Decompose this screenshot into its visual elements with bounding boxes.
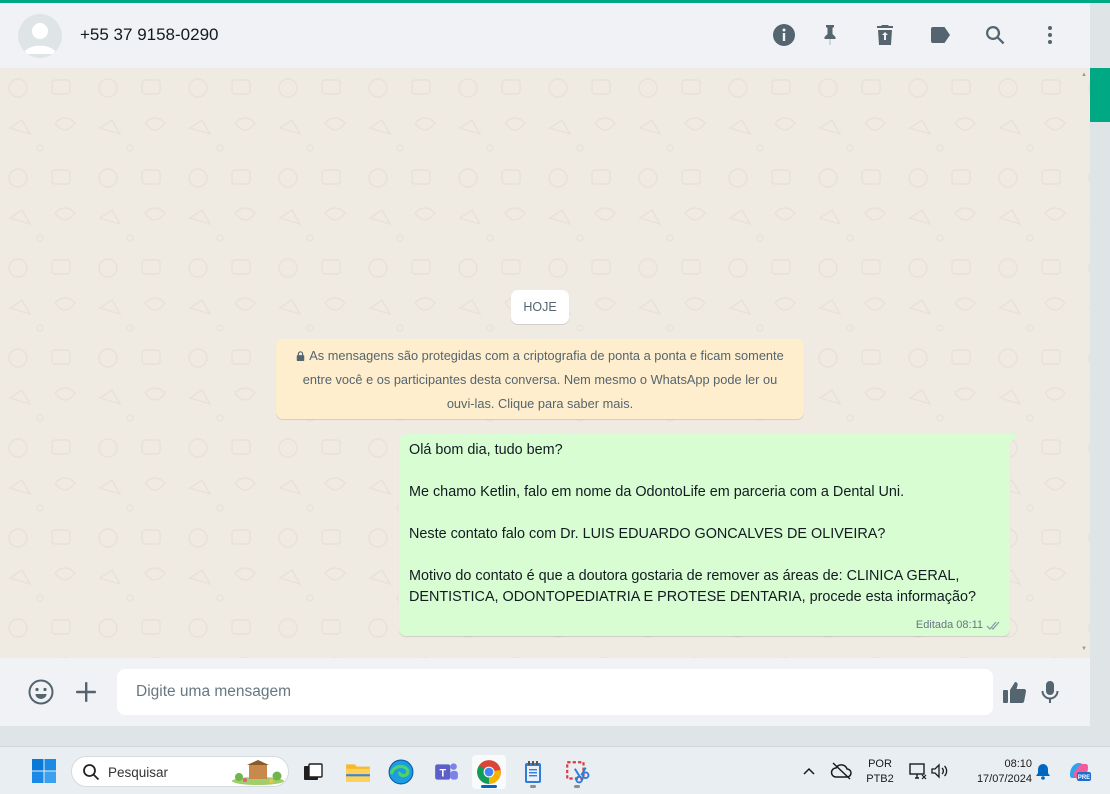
taskbar-search[interactable]: Pesquisar <box>71 756 289 787</box>
search-icon <box>83 764 100 781</box>
search-icon <box>986 25 1005 45</box>
delete-icon <box>877 25 893 45</box>
avatar[interactable] <box>18 14 62 58</box>
copilot-icon[interactable]: PRE <box>1066 759 1092 783</box>
folder-icon <box>346 764 370 782</box>
info-button[interactable] <box>770 21 798 49</box>
snipping-tool-icon <box>566 761 590 784</box>
taskbar-chrome[interactable] <box>472 755 506 789</box>
windows-taskbar: Pesquisar T POR PTB2 08:10 17/07/2024 PR… <box>0 746 1110 794</box>
running-app-indicator <box>530 785 536 788</box>
label-button[interactable] <box>926 21 954 49</box>
info-icon <box>773 24 795 46</box>
thumbs-up-icon <box>1003 682 1027 704</box>
edge-browser-icon <box>388 759 414 785</box>
network-icon[interactable] <box>908 762 928 780</box>
keyboard-layout: PTB2 <box>866 773 894 785</box>
message-line: Motivo do contato é que a doutora gostar… <box>409 568 976 605</box>
emoji-icon <box>28 679 54 705</box>
taskbar-file-explorer[interactable] <box>341 755 375 789</box>
notification-bell-icon[interactable] <box>1034 762 1052 780</box>
pin-button[interactable] <box>816 21 844 49</box>
label-icon <box>931 27 950 43</box>
chat-header: +55 37 9158-0290 <box>0 3 1090 68</box>
date-separator: HOJE <box>511 290 569 324</box>
message-meta: Editada 08:11 <box>916 619 1002 631</box>
plus-icon <box>76 682 96 702</box>
windows-start-icon[interactable] <box>31 758 57 784</box>
message-list: HOJE As mensagens são protegidas com a c… <box>0 68 1090 658</box>
taskbar-search-label: Pesquisar <box>108 765 169 780</box>
menu-button[interactable] <box>1036 21 1064 49</box>
scroll-down-arrow-icon[interactable]: ▼ <box>1081 646 1087 652</box>
microphone-button[interactable] <box>1036 678 1064 706</box>
double-check-icon <box>986 621 1000 630</box>
scroll-up-arrow-icon[interactable]: ▲ <box>1081 72 1087 78</box>
taskbar-edge[interactable] <box>384 755 418 789</box>
message-tail <box>1010 434 1018 443</box>
running-app-indicator <box>574 785 580 788</box>
search-highlight-illustration-icon <box>232 760 284 785</box>
pin-icon <box>824 25 836 45</box>
contact-name[interactable]: +55 37 9158-0290 <box>80 25 219 45</box>
whatsapp-window: +55 37 9158-0290 HOJE As mensagens são p… <box>0 0 1110 746</box>
attach-button[interactable] <box>72 678 100 706</box>
copilot-badge: PRE <box>1078 775 1090 781</box>
microphone-icon <box>1041 681 1059 703</box>
outgoing-message[interactable]: Olá bom dia, tudo bem? Me chamo Ketlin, … <box>399 434 1010 636</box>
message-input[interactable] <box>117 669 993 715</box>
message-status: Editada 08:11 <box>915 619 983 631</box>
notepad-icon <box>525 761 541 783</box>
volume-icon[interactable] <box>930 762 948 780</box>
search-button[interactable] <box>981 21 1009 49</box>
message-line: Me chamo Ketlin, falo em nome da OdontoL… <box>409 484 905 500</box>
emoji-button[interactable] <box>27 678 55 706</box>
lock-icon <box>297 351 305 361</box>
taskbar-snipping-tool[interactable] <box>560 755 594 789</box>
clock-date: 17/07/2024 <box>976 773 1032 785</box>
onedrive-offline-cloud-icon[interactable] <box>830 761 852 781</box>
clock-time: 08:10 <box>1004 758 1032 770</box>
encryption-notice-text: As mensagens são protegidas com a cripto… <box>302 348 784 411</box>
thumbs-up-button[interactable] <box>1001 678 1029 706</box>
task-view-icon <box>304 763 323 780</box>
message-line: Neste contato falo com Dr. LUIS EDUARDO … <box>409 526 886 542</box>
default-avatar-icon <box>24 23 56 54</box>
show-hidden-icons-chevron-up-icon[interactable] <box>801 763 817 779</box>
message-line: Olá bom dia, tudo bem? <box>409 442 563 458</box>
teams-icon: T <box>435 763 458 780</box>
system-clock[interactable]: 08:10 17/07/2024 <box>960 757 1032 787</box>
message-composer <box>0 658 1090 726</box>
taskbar-teams[interactable]: T <box>429 755 463 789</box>
encryption-notice[interactable]: As mensagens são protegidas com a cripto… <box>276 339 804 419</box>
taskbar-notepad[interactable] <box>516 755 550 789</box>
language-code: POR <box>868 758 892 770</box>
active-app-indicator <box>481 785 497 788</box>
input-language-indicator[interactable]: POR PTB2 <box>862 757 898 787</box>
chrome-browser-icon <box>477 760 501 784</box>
menu-icon <box>1048 26 1052 44</box>
scrollbar-thumb[interactable] <box>1090 68 1110 122</box>
svg-text:T: T <box>439 767 446 779</box>
delete-button[interactable] <box>871 21 899 49</box>
taskbar-task-view[interactable] <box>296 755 330 789</box>
